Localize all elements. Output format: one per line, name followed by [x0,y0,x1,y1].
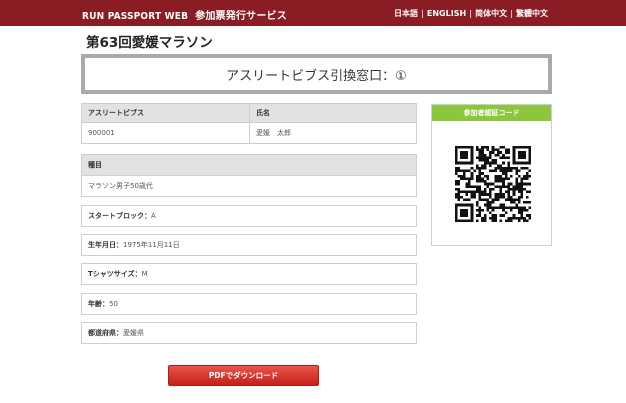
lang-english[interactable]: ENGLISH [427,9,466,18]
age-field: 年齢： 50 [81,293,417,315]
top-bar: RUN PASSPORT WEB 参加票発行サービス 日本語 | ENGLISH | 简体… [0,0,626,26]
qr-panel: 参加者認証コード [431,104,552,246]
field-value: 50 [109,300,118,308]
category-value: マラソン男子50歳代 [88,182,153,190]
field-value: 愛媛県 [123,329,144,337]
category-block: 種目 マラソン男子50歳代 [81,154,417,197]
lang-traditional-chinese[interactable]: 繁體中文 [516,9,548,18]
field-label: Tシャツサイズ： [88,270,142,278]
field-label: 都道府県： [88,329,123,337]
athlete-table: アスリートビブス 氏名 900001 愛媛 太郎 [81,103,417,144]
brand-name: RUN PASSPORT WEB [82,11,189,22]
pickup-window-label: アスリートビブス引換窓口：① [226,68,407,84]
pickup-window-box: アスリートビブス引換窓口：① [81,54,552,94]
column-header-bib: アスリートビブス [81,103,250,123]
divider: | [469,9,473,18]
prefecture-field: 都道府県： 愛媛県 [81,322,417,344]
divider: | [420,9,424,18]
service-name: 参加票発行サービス [195,11,287,22]
category-label: 種目 [82,155,416,176]
field-label: 生年月日： [88,241,123,249]
divider: | [510,9,513,18]
qr-code [455,146,531,222]
pdf-download-button[interactable]: PDFでダウンロード [168,365,319,386]
qr-code-image [455,146,531,222]
page-title: 第63回愛媛マラソン [86,35,213,51]
table-header-row: アスリートビブス 氏名 [81,103,417,123]
start-block-field: スタートブロック： A [81,205,417,227]
lang-japanese[interactable]: 日本語 [394,9,418,18]
language-switcher: 日本語 | ENGLISH | 简体中文 | 繁體中文 [394,8,548,19]
lang-simplified-chinese[interactable]: 简体中文 [475,9,507,18]
field-label: 年齢： [88,300,109,308]
field-value: A [151,212,156,220]
bib-number: 900001 [81,122,250,144]
field-value: M [141,270,148,278]
column-header-name: 氏名 [249,103,417,123]
field-label: スタートブロック： [88,212,151,220]
field-value: 1975年11月11日 [123,241,180,249]
qr-panel-title: 参加者認証コード [432,105,551,121]
athlete-name: 愛媛 太郎 [249,122,417,144]
tshirt-size-field: Tシャツサイズ： M [81,263,417,285]
table-row: 900001 愛媛 太郎 [81,122,417,144]
birthdate-field: 生年月日： 1975年11月11日 [81,234,417,256]
brand-logo[interactable]: RUN PASSPORT WEB 参加票発行サービス [82,7,287,22]
